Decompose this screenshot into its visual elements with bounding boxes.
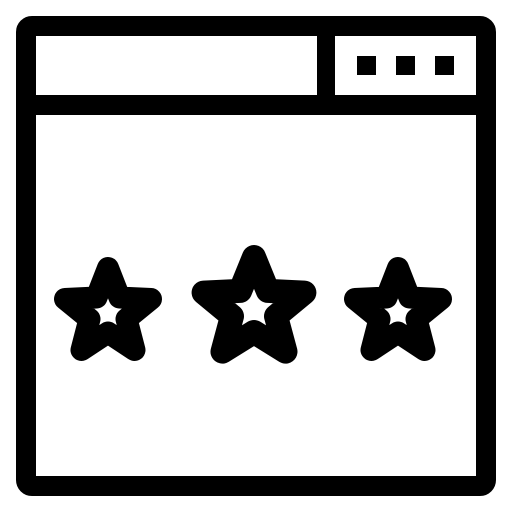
menu-dot-icon bbox=[435, 56, 454, 75]
window-controls bbox=[357, 56, 454, 75]
menu-dot-icon bbox=[396, 56, 415, 75]
browser-window-rating-icon bbox=[16, 16, 496, 496]
menu-dot-icon bbox=[357, 56, 376, 75]
